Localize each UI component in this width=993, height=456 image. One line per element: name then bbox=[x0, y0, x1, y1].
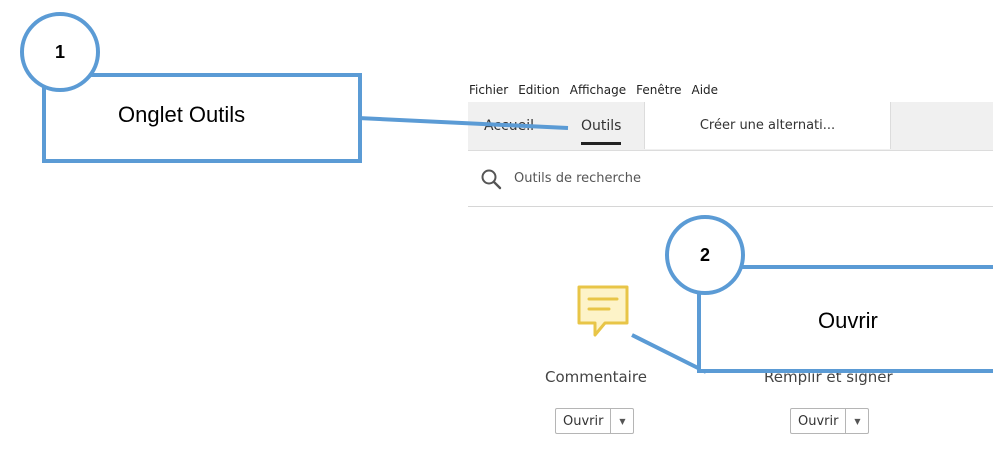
callout-1-number: 1 bbox=[20, 12, 100, 92]
callout-2-number: 2 bbox=[665, 215, 745, 295]
callout-1-text: Onglet Outils bbox=[118, 102, 246, 127]
callout-connectors bbox=[357, 116, 707, 374]
callout-2-text: Ouvrir bbox=[818, 308, 878, 333]
callout-1-box: Onglet Outils bbox=[42, 73, 362, 163]
callout-2-box: Ouvrir bbox=[697, 265, 993, 373]
